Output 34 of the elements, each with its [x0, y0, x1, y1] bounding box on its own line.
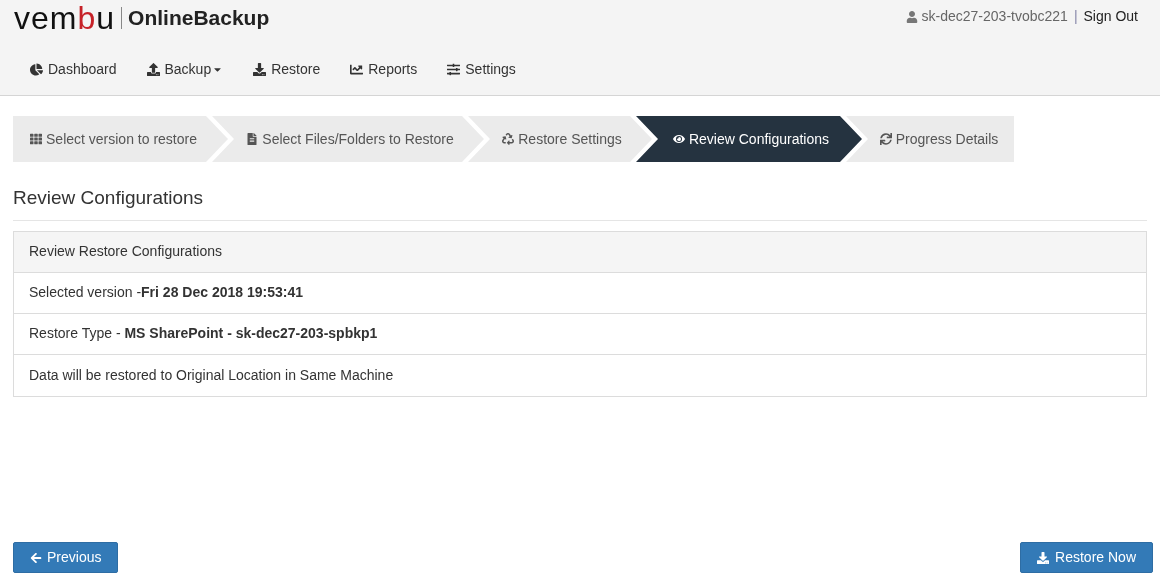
section-title: Review Configurations: [13, 184, 1147, 221]
sliders-icon: [447, 63, 461, 76]
user-icon: [905, 10, 918, 23]
nav-item[interactable]: Restore: [253, 59, 321, 80]
nav-item[interactable]: Backup: [146, 59, 224, 80]
recycle-icon: [502, 133, 515, 145]
configuration-text: Selected version -Fri 28 Dec 2018 19:53:41: [29, 283, 303, 302]
wizard-step[interactable]: Restore Settings: [468, 116, 652, 162]
restore-now-button[interactable]: Restore Now: [1020, 542, 1153, 573]
wizard-step[interactable]: Progress Details: [846, 116, 1014, 162]
refresh-icon: [879, 133, 892, 145]
wizard-step[interactable]: Select Files/Folders to Restore: [212, 116, 484, 162]
download-icon: [253, 63, 267, 76]
separator: |: [1073, 7, 1078, 26]
nav-item[interactable]: Reports: [350, 59, 418, 80]
configuration-text: Restore Type - MS SharePoint - sk-dec27-203-spbkp1: [29, 324, 378, 343]
pie-chart-icon: [30, 63, 43, 76]
upload-icon: [146, 63, 160, 76]
nav-item[interactable]: Settings: [447, 59, 516, 80]
configuration-text: Data will be restored to Original Location in Same Machine: [29, 365, 394, 385]
logo: vembu OnlineBackup: [14, 0, 270, 34]
previous-button[interactable]: Previous: [13, 542, 119, 573]
download-icon: [1037, 551, 1050, 564]
grid-icon: [30, 133, 42, 145]
panel-heading: Review Restore Configurations: [14, 231, 1146, 273]
nav-item[interactable]: Dashboard: [30, 59, 117, 80]
eye-icon: [672, 133, 685, 145]
wizard-step[interactable]: Select version to restore: [13, 116, 228, 162]
wizard-step[interactable]: Review Configurations: [636, 116, 862, 162]
arrow-left-icon: [30, 551, 42, 564]
sign-out-link[interactable]: Sign Out: [1083, 6, 1138, 27]
file-icon: [246, 133, 259, 145]
line-chart-icon: [350, 63, 364, 76]
username: sk-dec27-203-tvobc221: [921, 7, 1068, 26]
